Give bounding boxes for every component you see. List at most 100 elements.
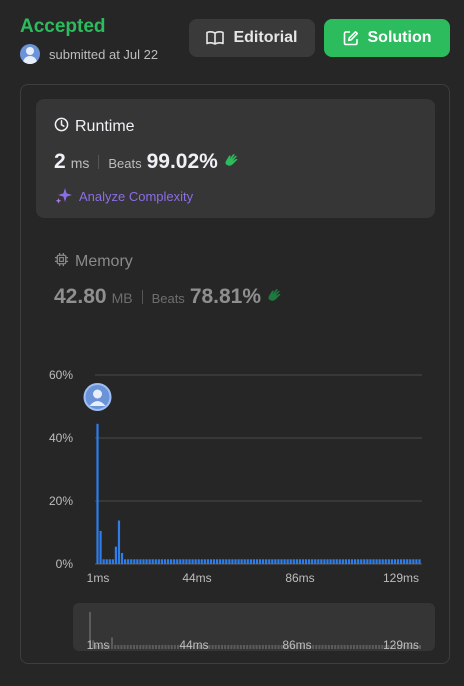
chart-bar[interactable]: [154, 559, 157, 564]
chart-bar[interactable]: [160, 559, 163, 564]
your-submission-marker[interactable]: [83, 383, 112, 411]
chart-bar[interactable]: [344, 559, 347, 564]
chart-bar[interactable]: [173, 559, 176, 564]
chart-bar[interactable]: [347, 559, 351, 564]
chart-bar[interactable]: [240, 559, 243, 564]
chart-bar[interactable]: [249, 559, 252, 564]
chart-bar[interactable]: [268, 559, 271, 564]
chart-bar[interactable]: [179, 559, 182, 564]
chart-bar[interactable]: [393, 559, 397, 564]
chart-bar[interactable]: [292, 559, 295, 564]
chart-bar[interactable]: [209, 559, 213, 564]
chart-bar[interactable]: [182, 559, 185, 564]
chart-bar[interactable]: [396, 559, 400, 564]
chart-bar[interactable]: [216, 559, 219, 564]
chart-bar[interactable]: [378, 559, 381, 564]
chart-bar[interactable]: [262, 559, 265, 564]
memory-title[interactable]: Memory: [54, 252, 133, 272]
chart-bar[interactable]: [409, 559, 412, 564]
chart-bar[interactable]: [332, 559, 335, 564]
chart-bar[interactable]: [372, 559, 375, 564]
chart-bar[interactable]: [341, 559, 344, 564]
chart-bar[interactable]: [246, 559, 249, 564]
chart-bar[interactable]: [219, 559, 222, 564]
chart-bar[interactable]: [176, 559, 179, 564]
chart-bar[interactable]: [369, 559, 372, 564]
chart-bar[interactable]: [381, 559, 384, 564]
chart-bar[interactable]: [329, 559, 332, 564]
chart-bar[interactable]: [133, 559, 136, 564]
chart-bar[interactable]: [200, 559, 203, 564]
chart-bar[interactable]: [387, 559, 390, 564]
chart-bar[interactable]: [212, 559, 216, 564]
chart-bar[interactable]: [390, 559, 393, 564]
chart-bar[interactable]: [375, 559, 378, 564]
chart-bar[interactable]: [301, 559, 305, 564]
chart-bar[interactable]: [350, 559, 354, 564]
chart-bar[interactable]: [142, 559, 145, 564]
range-brush[interactable]: [73, 603, 435, 651]
analyze-complexity-link[interactable]: Analyze Complexity: [55, 186, 193, 207]
chart-bar[interactable]: [194, 559, 197, 564]
chart-bar[interactable]: [400, 559, 403, 564]
chart-bar[interactable]: [166, 559, 170, 564]
chart-bar[interactable]: [323, 559, 326, 564]
chart-bar[interactable]: [366, 559, 369, 564]
chart-bar[interactable]: [225, 559, 228, 564]
chart-bar[interactable]: [326, 559, 329, 564]
chart-bar[interactable]: [105, 559, 108, 564]
chart-bar[interactable]: [317, 559, 320, 564]
chart-bar[interactable]: [271, 559, 274, 564]
chart-bar[interactable]: [237, 559, 240, 564]
chart-bar[interactable]: [338, 559, 341, 564]
chart-bar[interactable]: [295, 559, 298, 564]
chart-bar[interactable]: [139, 559, 142, 564]
chart-bar[interactable]: [255, 559, 259, 564]
chart-bar[interactable]: [357, 559, 360, 564]
chart-bar[interactable]: [151, 559, 154, 564]
chart-bar[interactable]: [280, 559, 283, 564]
chart-bar[interactable]: [203, 559, 206, 564]
chart-bar[interactable]: [163, 559, 167, 564]
chart-bar[interactable]: [114, 546, 117, 564]
chart-bar[interactable]: [298, 559, 301, 564]
chart-bar[interactable]: [289, 559, 292, 564]
chart-bar[interactable]: [197, 559, 200, 564]
chart-bar[interactable]: [274, 559, 277, 564]
chart-bar[interactable]: [127, 559, 130, 564]
chart-bar[interactable]: [191, 559, 194, 564]
chart-bar[interactable]: [384, 559, 387, 564]
chart-bar[interactable]: [148, 559, 151, 564]
chart-bar[interactable]: [354, 559, 357, 564]
chart-bar[interactable]: [96, 423, 99, 564]
chart-bar[interactable]: [185, 559, 188, 564]
chart-bar[interactable]: [99, 530, 102, 564]
chart-bar[interactable]: [117, 520, 121, 564]
chart-bar[interactable]: [406, 559, 409, 564]
chart-bar[interactable]: [124, 559, 127, 564]
chart-bar[interactable]: [418, 559, 421, 564]
chart-bar[interactable]: [234, 559, 237, 564]
chart-bar[interactable]: [130, 559, 133, 564]
chart-bar[interactable]: [243, 559, 246, 564]
chart-bar[interactable]: [228, 559, 231, 564]
chart-bar[interactable]: [320, 559, 323, 564]
avatar[interactable]: [20, 44, 40, 64]
chart-bar[interactable]: [206, 559, 209, 564]
chart-bar[interactable]: [314, 559, 317, 564]
chart-bar[interactable]: [363, 559, 366, 564]
chart-bar[interactable]: [258, 559, 262, 564]
chart-bar[interactable]: [157, 559, 160, 564]
chart-bar[interactable]: [415, 559, 418, 564]
chart-bar[interactable]: [283, 559, 286, 564]
chart-bar[interactable]: [286, 559, 289, 564]
chart-bar[interactable]: [108, 559, 111, 564]
chart-bar[interactable]: [111, 559, 114, 564]
chart-bar[interactable]: [277, 559, 280, 564]
chart-bar[interactable]: [304, 559, 308, 564]
chart-bar[interactable]: [120, 552, 124, 564]
chart-bar[interactable]: [412, 559, 415, 564]
chart-bar[interactable]: [252, 559, 255, 564]
chart-bar[interactable]: [170, 559, 173, 564]
chart-bar[interactable]: [231, 559, 234, 564]
